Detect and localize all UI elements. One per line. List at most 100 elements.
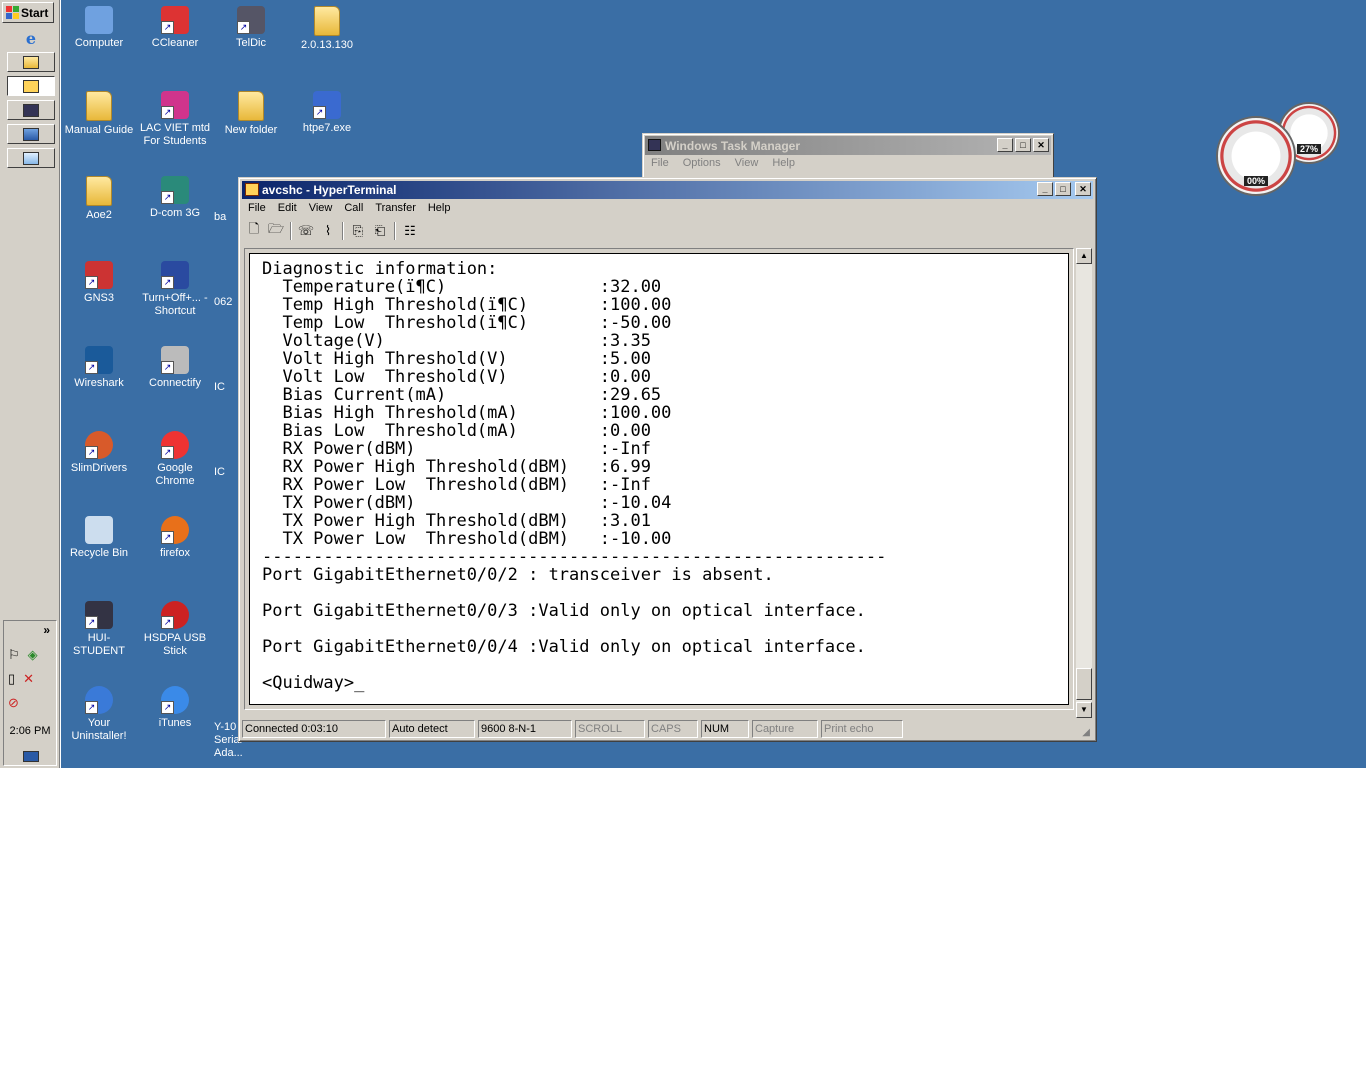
task-manager-titlebar[interactable]: Windows Task Manager _ □ ✕: [645, 136, 1051, 155]
scroll-down-arrow-icon[interactable]: ▼: [1076, 702, 1092, 718]
show-desktop-icon[interactable]: [23, 751, 39, 762]
menu-file[interactable]: File: [242, 201, 272, 215]
minimize-button[interactable]: _: [997, 138, 1013, 152]
firefox-icon: [161, 516, 189, 544]
start-button[interactable]: Start: [2, 2, 54, 23]
menu-call[interactable]: Call: [338, 201, 369, 215]
wifi-off-icon[interactable]: ✕: [23, 671, 34, 687]
network-icon[interactable]: ◈: [28, 647, 38, 663]
terminal-line: Port GigabitEthernet0/0/4 :Valid only on…: [262, 637, 866, 657]
terminal-line: Volt Low Threshold(V) :0.00: [262, 367, 651, 387]
tray-clock[interactable]: 2:06 PM: [4, 725, 56, 737]
chrome-icon: [161, 431, 189, 459]
dcom-icon: [161, 176, 189, 204]
desktop-icon-18[interactable]: Google Chrome: [138, 431, 212, 488]
desktop-icon-15[interactable]: Connectify: [138, 346, 212, 390]
status-num: NUM: [701, 720, 749, 738]
status-print-echo: Print echo: [821, 720, 903, 738]
desktop-icon-14[interactable]: Wireshark: [62, 346, 136, 390]
desktop-icon-label: Wireshark: [74, 377, 124, 389]
send-icon[interactable]: ⎘: [348, 221, 368, 241]
taskbar-button-4[interactable]: [7, 124, 55, 144]
terminal-output[interactable]: Diagnostic information: Temperature(ï¶C)…: [249, 253, 1069, 705]
taskbar-button-hyperterminal[interactable]: [7, 76, 55, 96]
resize-grip-icon[interactable]: ◢: [1082, 727, 1090, 738]
hyperterminal-window[interactable]: avcshc - HyperTerminal _ □ ✕ File Edit Vie…: [238, 177, 1097, 742]
desktop-icon-2[interactable]: TelDic: [214, 6, 288, 50]
desktop-icon-11[interactable]: GNS3: [62, 261, 136, 305]
open-folder-icon[interactable]: 🗁: [266, 221, 286, 241]
terminal-line: RX Power(dBM) :-Inf: [262, 439, 651, 459]
desktop-icon-23[interactable]: HSDPA USB Stick: [138, 601, 212, 658]
maximize-button[interactable]: □: [1015, 138, 1031, 152]
desktop-icon-21[interactable]: firefox: [138, 516, 212, 560]
maximize-button[interactable]: □: [1055, 182, 1071, 196]
cpu-meter-gadget[interactable]: 27% 00%: [1212, 100, 1342, 200]
terminal-line: TX Power High Threshold(dBM) :3.01: [262, 511, 651, 531]
menu-view[interactable]: View: [303, 201, 339, 215]
exe-icon: [313, 91, 341, 119]
taskmgr-menu-view[interactable]: View: [735, 157, 759, 169]
task-manager-menubar: File Options View Help: [643, 157, 1053, 169]
scroll-up-arrow-icon[interactable]: ▲: [1076, 248, 1092, 264]
desktop-icon-6[interactable]: New folder: [214, 91, 288, 137]
taskbar-button-3[interactable]: [7, 100, 55, 120]
student-icon: [85, 601, 113, 629]
receive-icon[interactable]: ⎗: [370, 221, 390, 241]
call-icon[interactable]: ☏: [296, 221, 316, 241]
desktop-icon-8[interactable]: Aoe2: [62, 176, 136, 222]
desktop-icon-22[interactable]: HUI-STUDENT: [62, 601, 136, 658]
terminal-line: Bias Low Threshold(mA) :0.00: [262, 421, 651, 441]
folder-icon: [86, 91, 112, 121]
desktop-icon-25[interactable]: iTunes: [138, 686, 212, 730]
menu-edit[interactable]: Edit: [272, 201, 303, 215]
document-icon: [23, 151, 39, 165]
menu-transfer[interactable]: Transfer: [369, 201, 422, 215]
taskbar-button-1[interactable]: [7, 52, 55, 72]
disconnect-icon[interactable]: ⌇: [318, 221, 338, 241]
new-file-icon[interactable]: 🗋: [244, 221, 264, 241]
menu-help[interactable]: Help: [422, 201, 457, 215]
quicklaunch-ie[interactable]: e: [7, 29, 55, 48]
hyperterminal-titlebar[interactable]: avcshc - HyperTerminal _ □ ✕: [242, 181, 1093, 199]
terminal-line: RX Power High Threshold(dBM) :6.99: [262, 457, 651, 477]
desktop-icon-5[interactable]: LAC VIET mtd For Students: [138, 91, 212, 148]
desktop-icon-0[interactable]: Computer: [62, 6, 136, 50]
taskmgr-menu-help[interactable]: Help: [772, 157, 795, 169]
desktop-icon-1[interactable]: CCleaner: [138, 6, 212, 50]
computer-icon: [85, 6, 113, 34]
volume-muted-icon[interactable]: ⊘: [8, 695, 19, 711]
properties-icon[interactable]: ☷: [400, 221, 420, 241]
desktop-icon-12[interactable]: Turn+Off+... - Shortcut: [138, 261, 212, 318]
terminal-line: Volt High Threshold(V) :5.00: [262, 349, 651, 369]
desktop-icon-24[interactable]: Your Uninstaller!: [62, 686, 136, 743]
taskbar-button-5[interactable]: [7, 148, 55, 168]
taskmgr-menu-options[interactable]: Options: [683, 157, 721, 169]
desktop-icon-20[interactable]: Recycle Bin: [62, 516, 136, 560]
toolbar-separator: [290, 222, 292, 240]
status-caps: CAPS: [648, 720, 698, 738]
uninstaller-icon: [85, 686, 113, 714]
desktop-icon-label: Google Chrome: [155, 462, 195, 487]
status-settings: 9600 8-N-1: [478, 720, 572, 738]
scroll-thumb[interactable]: [1076, 668, 1092, 700]
desktop-icon-label: GNS3: [84, 292, 114, 304]
close-button[interactable]: ✕: [1075, 182, 1091, 196]
hyperterminal-toolbar: 🗋 🗁 ☏ ⌇ ⎘ ⎗ ☷: [244, 220, 420, 242]
battery-icon[interactable]: ▯: [8, 671, 15, 687]
desktop-icon-label: TelDic: [236, 37, 266, 49]
minimize-button[interactable]: _: [1037, 182, 1053, 196]
tray-chevron[interactable]: »: [43, 623, 50, 637]
desktop-icon-9[interactable]: D-com 3G: [138, 176, 212, 220]
desktop-icon-4[interactable]: Manual Guide: [62, 91, 136, 137]
desktop-icon-17[interactable]: SlimDrivers: [62, 431, 136, 475]
flag-icon[interactable]: ⚐: [8, 647, 20, 663]
close-button[interactable]: ✕: [1033, 138, 1049, 152]
desktop-icon-3[interactable]: 2.0.13.130: [290, 6, 364, 52]
folder-icon: [314, 6, 340, 36]
desktop-icon-7[interactable]: htpe7.exe: [290, 91, 364, 135]
taskmgr-menu-file[interactable]: File: [651, 157, 669, 169]
vertical-scrollbar[interactable]: ▲ ▼: [1076, 248, 1092, 718]
task-manager-window[interactable]: Windows Task Manager _ □ ✕ File Options Vi…: [642, 133, 1054, 183]
